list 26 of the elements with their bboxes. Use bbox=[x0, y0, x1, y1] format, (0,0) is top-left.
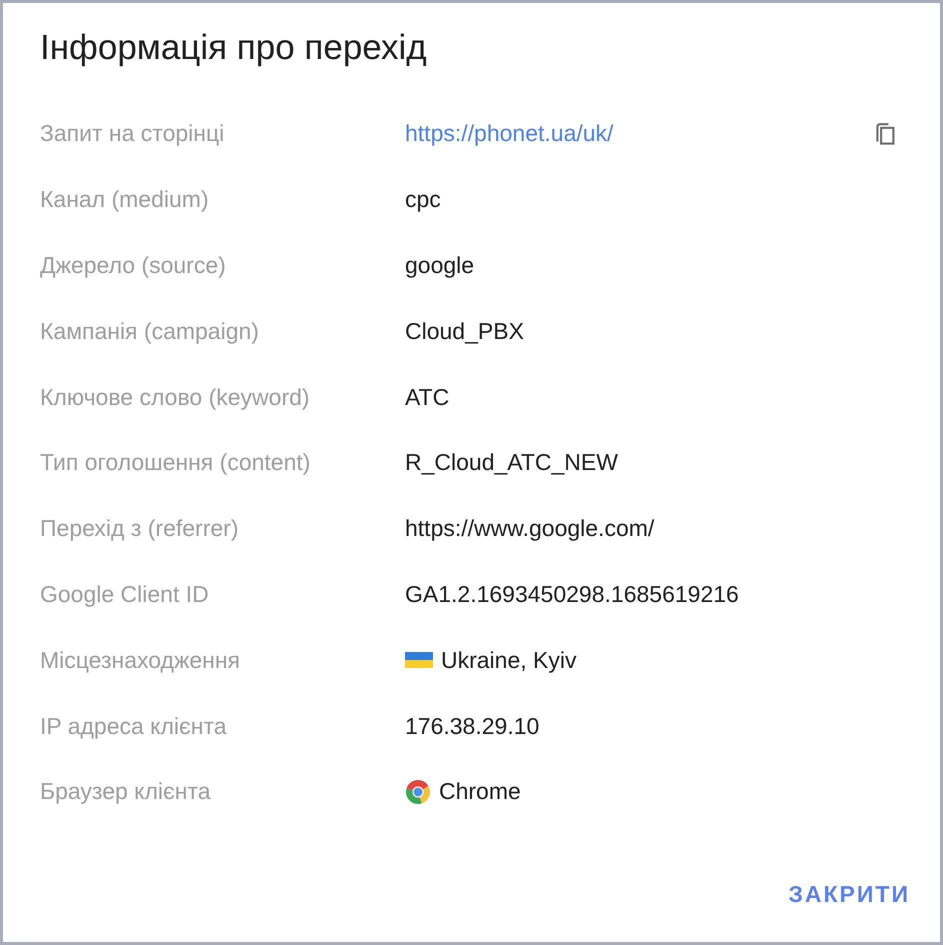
chrome-logo-icon bbox=[405, 778, 431, 805]
field-value: GA1.2.1693450298.1685619216 bbox=[405, 580, 739, 608]
field-label: Канал (medium) bbox=[40, 186, 209, 214]
field-label: Тип оголошення (content) bbox=[40, 449, 310, 476]
field-value: АТС bbox=[405, 384, 450, 411]
field-value: R_Cloud_АТС_NEW bbox=[405, 449, 618, 476]
field-value: 176.38.29.10 bbox=[405, 712, 540, 740]
field-value: Cloud_PBX bbox=[405, 318, 524, 345]
field-label: Джерело (source) bbox=[40, 252, 226, 279]
field-label: IP адреса клієнта bbox=[40, 712, 227, 740]
field-value: Chrome bbox=[439, 778, 521, 806]
copy-icon[interactable] bbox=[876, 122, 895, 145]
ukraine-flag-icon bbox=[405, 652, 433, 668]
field-label: Браузер клієнта bbox=[40, 778, 211, 806]
field-value: Ukraine, Kyiv bbox=[441, 646, 576, 674]
field-value: cpc bbox=[405, 186, 441, 214]
field-value: google bbox=[405, 252, 474, 279]
field-label: Перехід з (referrer) bbox=[40, 515, 238, 542]
field-label: Google Client ID bbox=[40, 580, 209, 608]
field-label: Місцезнаходження bbox=[40, 646, 240, 674]
field-value: https://www.google.com/ bbox=[405, 515, 654, 542]
field-label: Кампанія (campaign) bbox=[40, 318, 259, 345]
dialog-title: Інформація про перехід bbox=[40, 27, 427, 69]
page-link[interactable]: https://phonet.ua/uk/ bbox=[405, 120, 614, 148]
field-label: Запит на сторінці bbox=[40, 120, 224, 148]
field-label: Ключове слово (keyword) bbox=[40, 384, 310, 411]
